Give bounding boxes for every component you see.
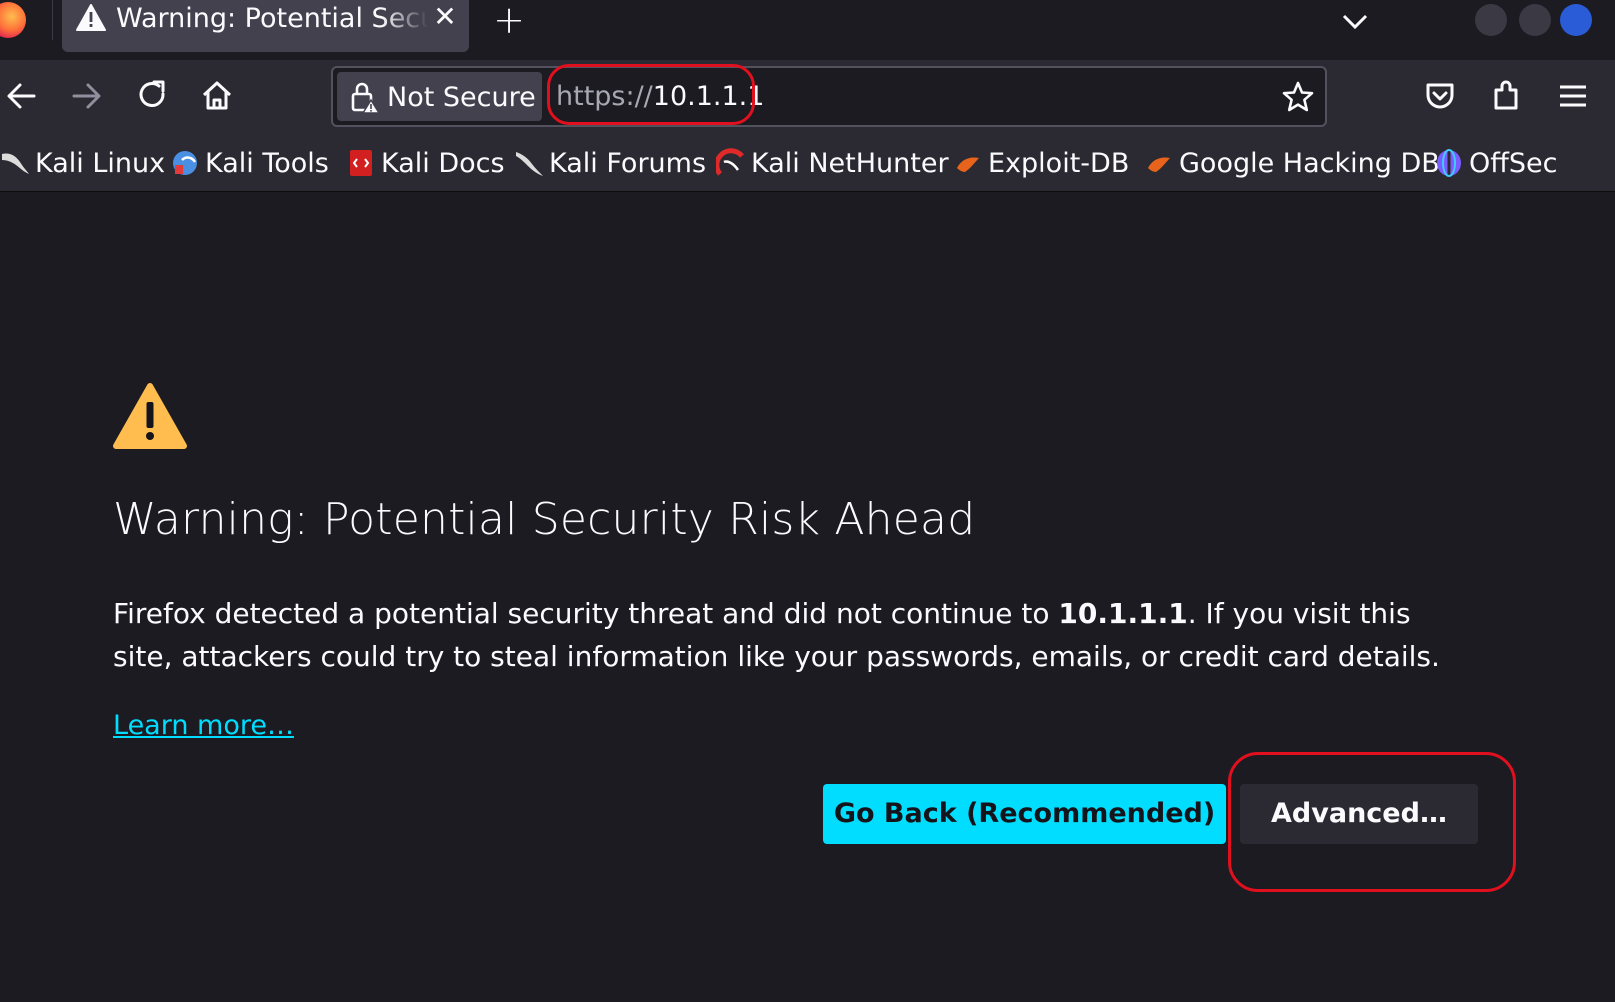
kali-nethunter-icon — [716, 148, 744, 176]
bookmark-label: Kali Tools — [205, 147, 329, 179]
error-description: Firefox detected a potential security th… — [113, 592, 1473, 678]
back-arrow-icon[interactable] — [2, 76, 42, 116]
desc-text: Firefox detected a potential security th… — [113, 597, 1059, 630]
bookmark-label: Google Hacking DB — [1179, 147, 1440, 179]
exploit-db-icon — [957, 157, 979, 172]
site-identity-button[interactable]: Not Secure — [337, 72, 542, 121]
minimize-button[interactable] — [1475, 4, 1507, 36]
bookmark-label: Kali Docs — [381, 147, 505, 179]
bookmark-label: OffSec — [1469, 147, 1558, 179]
reload-icon[interactable] — [132, 76, 172, 116]
extensions-icon[interactable] — [1487, 76, 1527, 116]
learn-more-link[interactable]: Learn more… — [113, 710, 294, 741]
home-icon[interactable] — [197, 76, 237, 116]
tab-title: Warning: Potential Security Risk Ahead — [116, 3, 428, 34]
star-icon[interactable] — [1281, 80, 1315, 114]
bookmark-kali-linux[interactable]: Kali Linux — [0, 144, 165, 182]
url-scheme: https:// — [556, 81, 653, 112]
tab-separator — [52, 0, 53, 40]
url-input[interactable]: https://10.1.1.1 — [556, 81, 764, 112]
bookmark-label: Kali Linux — [35, 147, 166, 179]
kali-forums-icon — [516, 152, 543, 176]
url-bar[interactable]: Not Secure https://10.1.1.1 — [331, 66, 1327, 127]
active-tab[interactable]: Warning: Potential Security Risk Ahead ✕ — [62, 0, 469, 52]
warning-triangle-icon — [76, 4, 106, 31]
close-window-button[interactable] — [1560, 4, 1592, 36]
bookmark-label: Exploit-DB — [988, 147, 1130, 179]
bookmark-label: Kali Forums — [549, 147, 707, 179]
url-host: 10.1.1.1 — [652, 81, 765, 112]
maximize-button[interactable] — [1519, 4, 1551, 36]
bookmark-label: Kali NetHunter — [751, 147, 949, 179]
kali-dragon-icon — [2, 153, 29, 174]
bookmarks-toolbar: Kali Linux Kali Tools Kali Docs Kali For… — [0, 134, 1615, 192]
forward-arrow-icon[interactable] — [66, 76, 106, 116]
kali-tools-icon — [173, 151, 197, 175]
pocket-icon[interactable] — [1420, 76, 1460, 116]
desc-host: 10.1.1.1 — [1058, 597, 1188, 630]
insecure-lock-icon — [351, 82, 381, 114]
chevron-down-icon[interactable] — [1338, 4, 1372, 38]
firefox-logo-icon[interactable] — [0, 2, 26, 38]
warning-triangle-icon — [113, 383, 187, 449]
not-secure-label: Not Secure — [387, 82, 536, 113]
bookmark-google-hacking-db[interactable]: Google Hacking DB — [1144, 144, 1440, 182]
tab-close-icon[interactable]: ✕ — [430, 2, 460, 32]
bookmark-exploit-db[interactable]: Exploit-DB — [953, 144, 1129, 182]
go-back-button[interactable]: Go Back (Recommended) — [823, 784, 1226, 844]
tab-strip: Warning: Potential Security Risk Ahead ✕… — [0, 0, 1615, 60]
bookmark-offsec[interactable]: OffSec — [1434, 144, 1557, 182]
bookmark-kali-nethunter[interactable]: Kali NetHunter — [716, 144, 949, 182]
navigation-toolbar: Not Secure https://10.1.1.1 — [0, 60, 1615, 134]
error-page: Warning: Potential Security Risk Ahead F… — [0, 192, 1615, 1002]
hamburger-menu-icon[interactable] — [1556, 76, 1596, 116]
bookmark-kali-tools[interactable]: Kali Tools — [170, 144, 329, 182]
kali-docs-icon — [350, 150, 372, 176]
advanced-button[interactable]: Advanced… — [1240, 784, 1478, 844]
new-tab-button[interactable]: + — [490, 1, 528, 40]
offsec-icon — [1437, 149, 1461, 177]
bookmark-kali-forums[interactable]: Kali Forums — [514, 144, 706, 182]
ghdb-icon — [1148, 157, 1170, 172]
page-title: Warning: Potential Security Risk Ahead — [113, 494, 976, 545]
bookmark-kali-docs[interactable]: Kali Docs — [346, 144, 505, 182]
